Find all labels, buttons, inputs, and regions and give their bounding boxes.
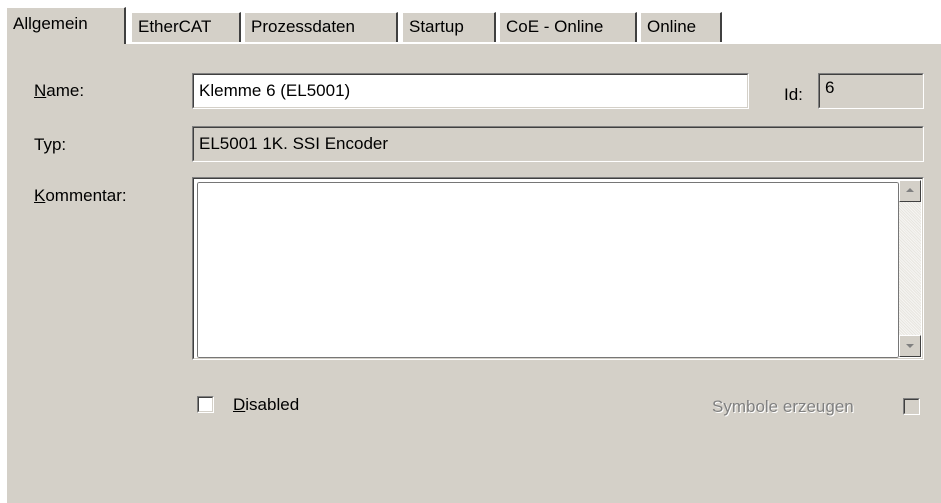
disabled-label-accel: D (233, 395, 246, 414)
tab-coe-online[interactable]: CoE - Online (499, 12, 637, 42)
type-field: EL5001 1K. SSI Encoder (192, 126, 924, 162)
comment-scrollbar[interactable] (899, 180, 921, 357)
tab-ethercat[interactable]: EtherCAT (131, 12, 241, 42)
scroll-up-arrow-icon (906, 188, 914, 192)
tab-online-label: Online (647, 17, 697, 36)
name-label-accel: N (34, 81, 47, 100)
id-field: 6 (818, 73, 924, 109)
scroll-down-arrow-icon (906, 344, 914, 348)
tab-online[interactable]: Online (640, 12, 722, 42)
tab-prozessdaten[interactable]: Prozessdaten (244, 12, 398, 42)
tab-coe-online-label: CoE - Online (506, 17, 604, 36)
disabled-checkbox-bevel (198, 397, 213, 412)
id-label: Id: (784, 85, 803, 104)
tab-allgemein[interactable]: Allgemein (6, 7, 126, 44)
id-field-bevel (819, 74, 923, 108)
disabled-label-rest: isabled (245, 395, 300, 414)
comment-field[interactable] (192, 177, 924, 360)
symbols-checkbox (903, 398, 920, 415)
name-label: Name: (34, 78, 84, 104)
tab-strip: Allgemein EtherCAT Prozessdaten Startup … (0, 0, 941, 44)
type-value: EL5001 1K. SSI Encoder (199, 134, 389, 153)
tab-prozessdaten-label: Prozessdaten (251, 17, 355, 36)
disabled-checkbox[interactable] (197, 396, 214, 413)
scroll-up-button[interactable] (899, 180, 921, 202)
tab-startup[interactable]: Startup (402, 12, 496, 42)
name-input[interactable] (199, 80, 739, 102)
comment-label-accel: K (34, 186, 46, 205)
comment-textarea[interactable] (197, 182, 899, 358)
tab-allgemein-label: Allgemein (13, 14, 88, 33)
comment-label: Kommentar: (34, 183, 127, 209)
id-value: 6 (825, 78, 835, 97)
tab-startup-label: Startup (409, 17, 464, 36)
comment-label-rest: ommentar: (45, 186, 127, 205)
name-label-rest: ame: (46, 81, 85, 100)
disabled-label[interactable]: Disabled (233, 392, 299, 418)
general-panel: Name: Id: 6 Typ: EL5001 1K. SSI Encoder … (6, 43, 941, 503)
type-label: Typ: (34, 135, 67, 154)
tab-ethercat-label: EtherCAT (138, 17, 212, 36)
symbols-label: Symbole erzeugen (712, 397, 854, 416)
scroll-down-button[interactable] (899, 335, 921, 357)
name-field[interactable] (192, 73, 749, 109)
symbols-checkbox-bevel (904, 399, 919, 414)
